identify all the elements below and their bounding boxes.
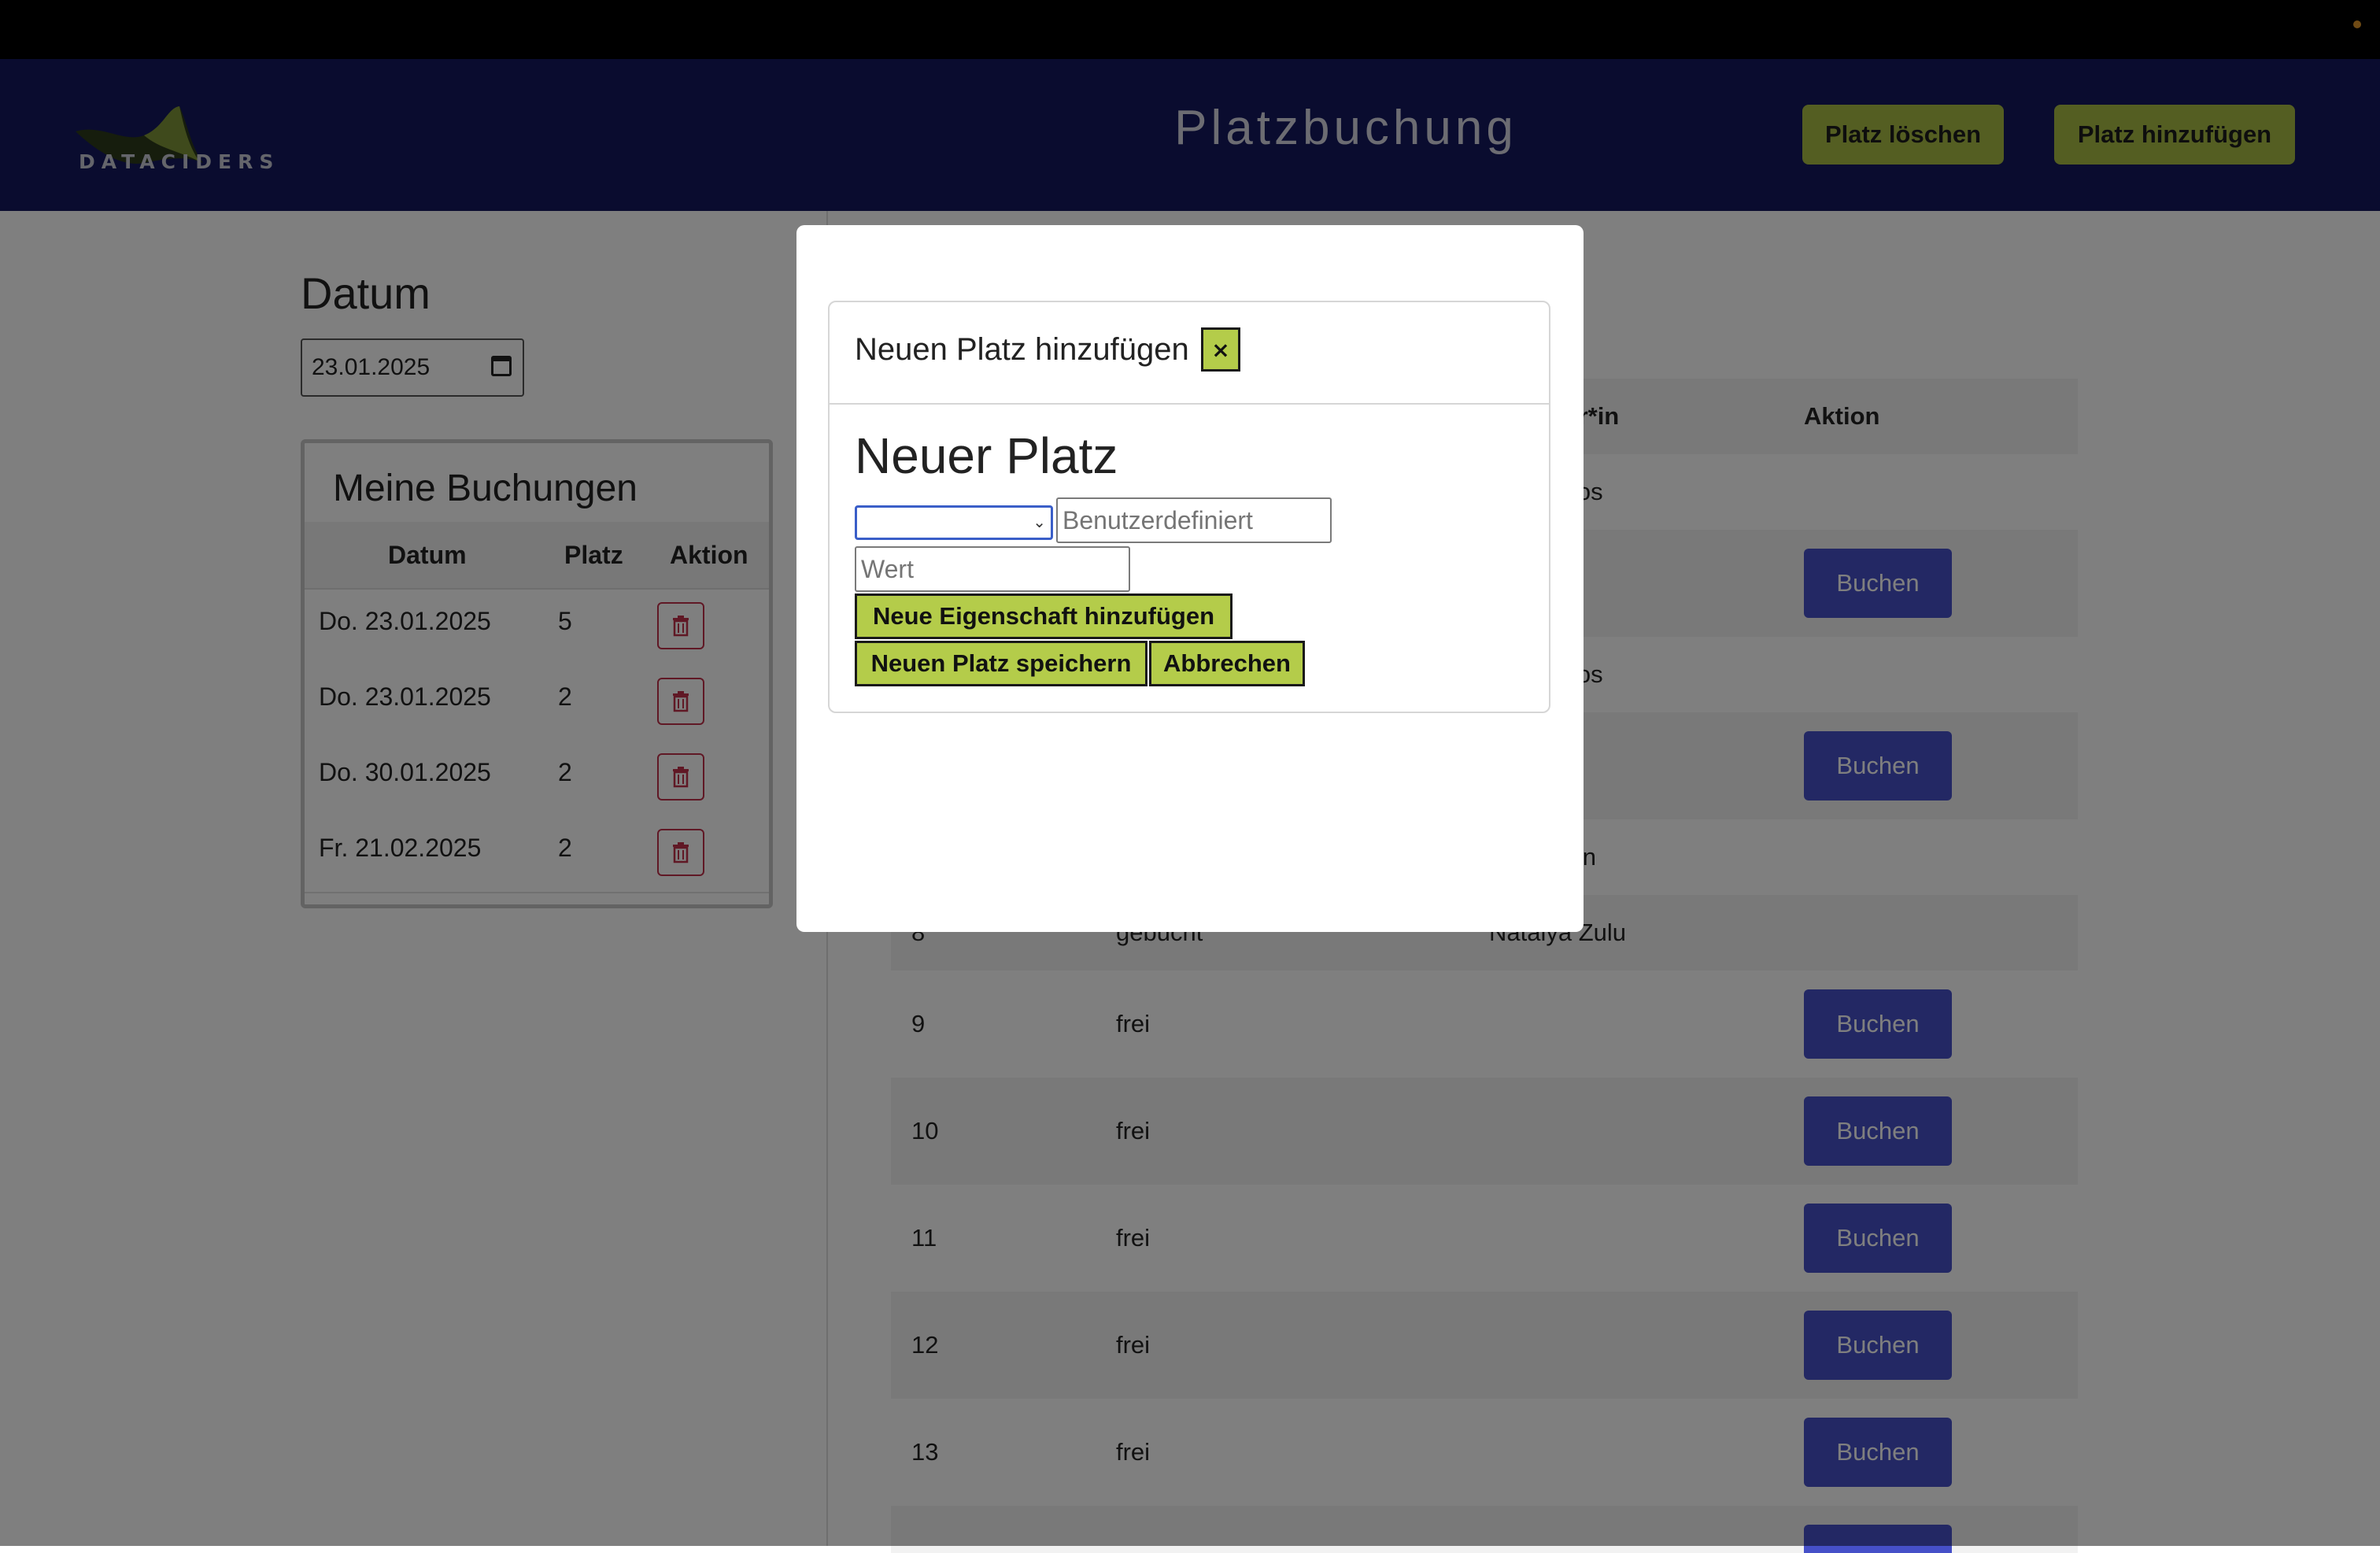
cancel-button[interactable]: Abbrechen [1149,641,1305,686]
modal-header: Neuen Platz hinzufügen × [830,302,1549,405]
chevron-down-icon: ⌄ [1033,514,1046,531]
modal-title: Neuen Platz hinzufügen [855,332,1189,367]
add-seat-modal: Neuen Platz hinzufügen × Neuer Platz ⌄ N… [796,225,1584,932]
property-value-input[interactable] [855,546,1130,592]
new-seat-heading: Neuer Platz [855,427,1118,484]
add-property-button[interactable]: Neue Eigenschaft hinzufügen [855,593,1232,639]
add-seat-card: Neuen Platz hinzufügen × Neuer Platz ⌄ N… [828,301,1550,713]
property-select[interactable]: ⌄ [855,505,1053,540]
close-modal-button[interactable]: × [1201,327,1240,372]
custom-property-input[interactable] [1056,497,1332,543]
save-seat-button[interactable]: Neuen Platz speichern [855,641,1148,686]
